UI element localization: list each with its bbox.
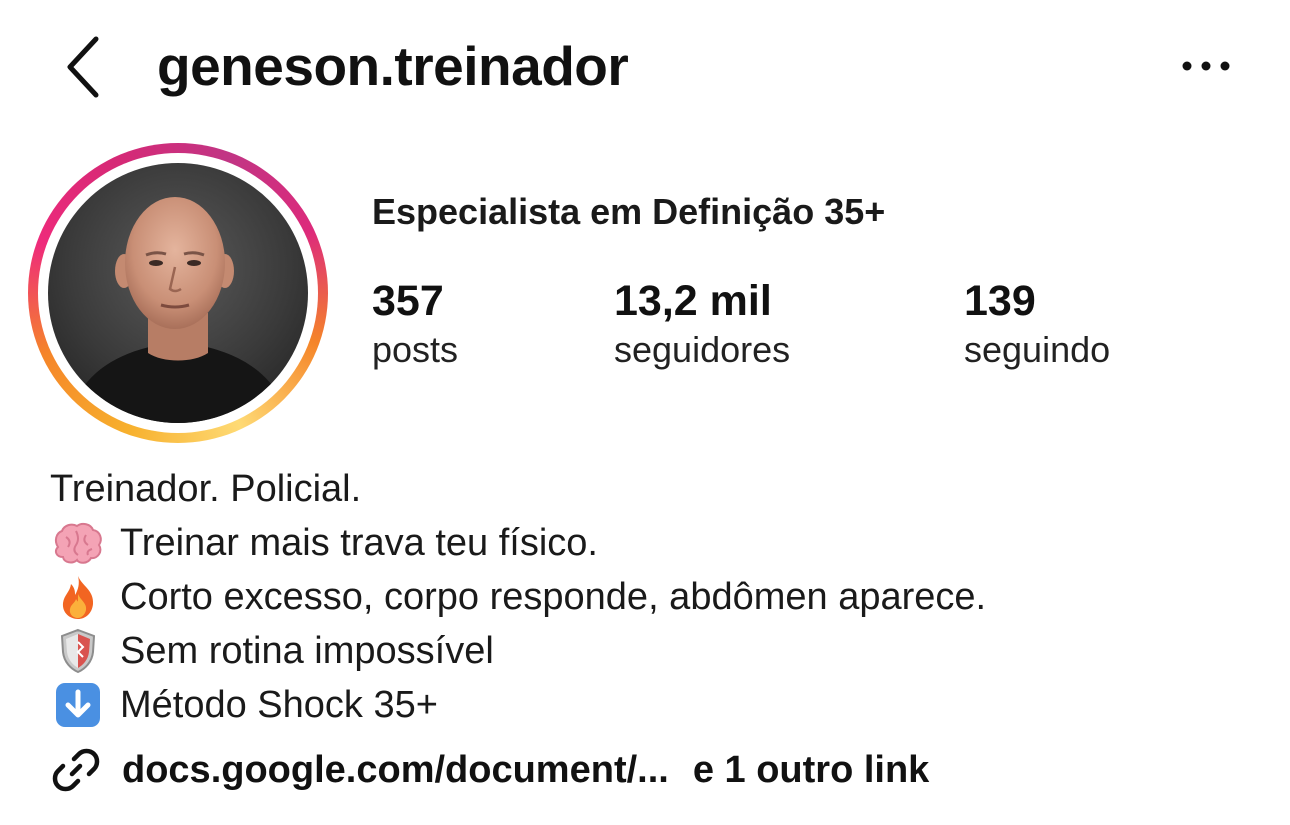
- fire-icon: [50, 574, 106, 620]
- story-ring[interactable]: [28, 143, 328, 443]
- bio-text: Corto excesso, corpo responde, abdômen a…: [120, 576, 987, 618]
- followers-count[interactable]: 13,2 mil seguidores: [614, 276, 790, 374]
- profile-page: geneson.treinador Especialista em Defini…: [0, 0, 1290, 825]
- avatar-photo: [68, 197, 290, 423]
- followers-label: seguidores: [614, 329, 791, 370]
- following-label: seguindo: [964, 329, 1111, 370]
- bio-line: Método Shock 35+: [50, 678, 986, 732]
- bio-text: Sem rotina impossível: [120, 630, 494, 672]
- arrow-down-icon: [50, 682, 106, 728]
- posts-count[interactable]: 357 posts: [372, 276, 458, 374]
- shield-icon: [50, 628, 106, 674]
- bio-text: Treinador. Policial.: [50, 468, 362, 510]
- bio-line: Corto excesso, corpo responde, abdômen a…: [50, 570, 986, 624]
- bio-line: Treinar mais trava teu físico.: [50, 516, 986, 570]
- ellipsis-horizontal-icon: [1182, 61, 1230, 71]
- bio-text: Método Shock 35+: [120, 684, 438, 726]
- more-links[interactable]: e 1 outro link: [693, 749, 929, 792]
- followers-value: 13,2 mil: [614, 277, 772, 325]
- profile-link[interactable]: docs.google.com/document/... e 1 outro l…: [50, 742, 929, 798]
- following-count[interactable]: 139 seguindo: [964, 276, 1110, 374]
- chevron-left-icon: [67, 36, 99, 98]
- brain-icon: [50, 520, 106, 566]
- following-value: 139: [964, 277, 1036, 325]
- bio-line: Sem rotina impossível: [50, 624, 986, 678]
- link-icon: [50, 744, 102, 796]
- profile-category: Especialista em Definição 35+: [372, 191, 886, 232]
- avatar-frame: [38, 153, 318, 433]
- link-url[interactable]: docs.google.com/document/...: [122, 749, 669, 792]
- posts-label: posts: [372, 329, 459, 370]
- avatar: [48, 163, 308, 423]
- bio-line: Treinador. Policial.: [50, 462, 986, 516]
- bio-text: Treinar mais trava teu físico.: [120, 522, 598, 564]
- back-button[interactable]: [58, 34, 108, 100]
- more-options-button[interactable]: [1176, 48, 1236, 84]
- profile-username: geneson.treinador: [157, 35, 629, 97]
- posts-value: 357: [372, 277, 444, 325]
- profile-bio: Treinador. Policial. Treinar mais trava …: [50, 462, 986, 732]
